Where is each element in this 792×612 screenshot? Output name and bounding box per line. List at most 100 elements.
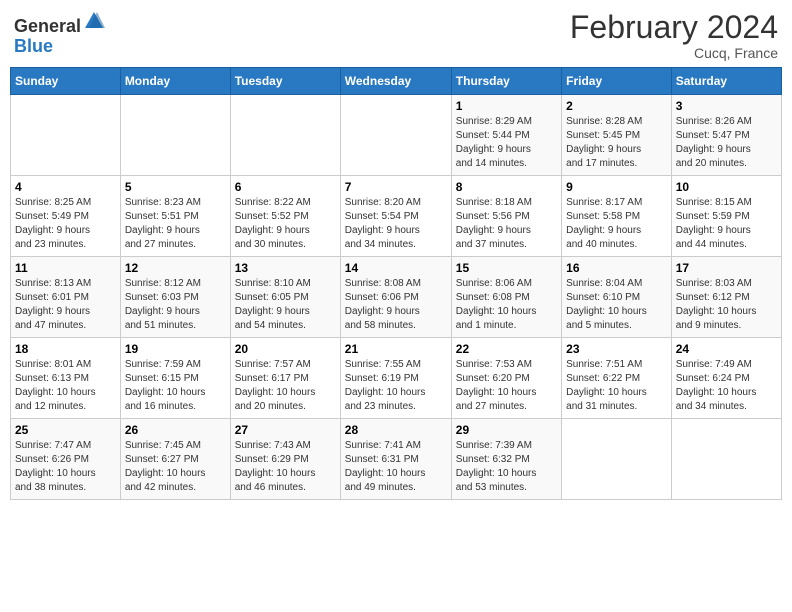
- calendar-day-12: 12 Sunrise: 8:12 AM Sunset: 6:03 PM Dayli…: [120, 257, 230, 338]
- day-number: 5: [125, 180, 226, 194]
- empty-cell: [562, 419, 672, 500]
- calendar-day-23: 23 Sunrise: 7:51 AM Sunset: 6:22 PM Dayli…: [562, 338, 672, 419]
- calendar-week-row: 18 Sunrise: 8:01 AM Sunset: 6:13 PM Dayli…: [11, 338, 782, 419]
- day-info: Sunrise: 7:55 AM Sunset: 6:19 PM Dayligh…: [345, 358, 447, 414]
- calendar-table: SundayMondayTuesdayWednesdayThursdayFrid…: [10, 67, 782, 500]
- calendar-day-2: 2 Sunrise: 8:28 AM Sunset: 5:45 PM Daylig…: [562, 95, 672, 176]
- day-info: Sunrise: 8:26 AM Sunset: 5:47 PM Dayligh…: [676, 115, 777, 171]
- day-number: 25: [15, 423, 116, 437]
- day-number: 20: [235, 342, 336, 356]
- calendar-day-6: 6Sunrise: 8:22 AM Sunset: 5:52 PM Daylig…: [230, 176, 340, 257]
- day-number: 29: [456, 423, 557, 437]
- day-info: Sunrise: 8:29 AM Sunset: 5:44 PM Dayligh…: [456, 115, 557, 171]
- day-number: 7: [345, 180, 447, 194]
- day-number: 14: [345, 261, 447, 275]
- day-number: 28: [345, 423, 447, 437]
- calendar-day-7: 7 Sunrise: 8:20 AM Sunset: 5:54 PM Daylig…: [340, 176, 451, 257]
- empty-cell: [671, 419, 781, 500]
- day-number: 3: [676, 99, 777, 113]
- day-info: Sunrise: 7:43 AM Sunset: 6:29 PM Dayligh…: [235, 439, 336, 495]
- day-number: 9: [566, 180, 667, 194]
- day-info: Sunrise: 7:41 AM Sunset: 6:31 PM Dayligh…: [345, 439, 447, 495]
- header-saturday: Saturday: [671, 68, 781, 95]
- day-info: Sunrise: 8:20 AM Sunset: 5:54 PM Dayligh…: [345, 196, 447, 252]
- logo: General Blue: [14, 10, 105, 57]
- day-info: Sunrise: 8:03 AM Sunset: 6:12 PM Dayligh…: [676, 277, 777, 333]
- page-header: General Blue February 2024 Cucq, France: [10, 10, 782, 61]
- day-number: 8: [456, 180, 557, 194]
- day-info: Sunrise: 7:51 AM Sunset: 6:22 PM Dayligh…: [566, 358, 667, 414]
- logo-icon: [83, 10, 105, 32]
- day-number: 21: [345, 342, 447, 356]
- day-info: Sunrise: 8:28 AM Sunset: 5:45 PM Dayligh…: [566, 115, 667, 171]
- calendar-day-5: 5 Sunrise: 8:23 AM Sunset: 5:51 PM Daylig…: [120, 176, 230, 257]
- calendar-week-row: 25 Sunrise: 7:47 AM Sunset: 6:26 PM Dayli…: [11, 419, 782, 500]
- day-number: 27: [235, 423, 336, 437]
- logo-general-text: General: [14, 16, 81, 36]
- calendar-day-13: 13 Sunrise: 8:10 AM Sunset: 6:05 PM Dayli…: [230, 257, 340, 338]
- day-number: 2: [566, 99, 667, 113]
- calendar-day-28: 28 Sunrise: 7:41 AM Sunset: 6:31 PM Dayli…: [340, 419, 451, 500]
- calendar-day-20: 20 Sunrise: 7:57 AM Sunset: 6:17 PM Dayli…: [230, 338, 340, 419]
- header-sunday: Sunday: [11, 68, 121, 95]
- day-info: Sunrise: 7:45 AM Sunset: 6:27 PM Dayligh…: [125, 439, 226, 495]
- day-info: Sunrise: 8:17 AM Sunset: 5:58 PM Dayligh…: [566, 196, 667, 252]
- calendar-day-22: 22Sunrise: 7:53 AM Sunset: 6:20 PM Dayli…: [451, 338, 561, 419]
- day-number: 4: [15, 180, 116, 194]
- day-info: Sunrise: 8:06 AM Sunset: 6:08 PM Dayligh…: [456, 277, 557, 333]
- day-info: Sunrise: 8:12 AM Sunset: 6:03 PM Dayligh…: [125, 277, 226, 333]
- day-info: Sunrise: 7:59 AM Sunset: 6:15 PM Dayligh…: [125, 358, 226, 414]
- day-number: 1: [456, 99, 557, 113]
- calendar-day-24: 24 Sunrise: 7:49 AM Sunset: 6:24 PM Dayli…: [671, 338, 781, 419]
- calendar-day-27: 27 Sunrise: 7:43 AM Sunset: 6:29 PM Dayli…: [230, 419, 340, 500]
- month-title: February 2024: [570, 10, 778, 45]
- header-monday: Monday: [120, 68, 230, 95]
- day-info: Sunrise: 8:23 AM Sunset: 5:51 PM Dayligh…: [125, 196, 226, 252]
- day-number: 13: [235, 261, 336, 275]
- day-info: Sunrise: 8:01 AM Sunset: 6:13 PM Dayligh…: [15, 358, 116, 414]
- calendar-day-29: 29Sunrise: 7:39 AM Sunset: 6:32 PM Dayli…: [451, 419, 561, 500]
- day-info: Sunrise: 8:25 AM Sunset: 5:49 PM Dayligh…: [15, 196, 116, 252]
- day-info: Sunrise: 8:18 AM Sunset: 5:56 PM Dayligh…: [456, 196, 557, 252]
- header-wednesday: Wednesday: [340, 68, 451, 95]
- calendar-week-row: 4 Sunrise: 8:25 AM Sunset: 5:49 PM Daylig…: [11, 176, 782, 257]
- day-info: Sunrise: 8:13 AM Sunset: 6:01 PM Dayligh…: [15, 277, 116, 333]
- calendar-day-4: 4 Sunrise: 8:25 AM Sunset: 5:49 PM Daylig…: [11, 176, 121, 257]
- day-info: Sunrise: 8:04 AM Sunset: 6:10 PM Dayligh…: [566, 277, 667, 333]
- calendar-week-row: 1 Sunrise: 8:29 AM Sunset: 5:44 PM Daylig…: [11, 95, 782, 176]
- empty-cell: [340, 95, 451, 176]
- calendar-day-15: 15Sunrise: 8:06 AM Sunset: 6:08 PM Dayli…: [451, 257, 561, 338]
- calendar-day-25: 25 Sunrise: 7:47 AM Sunset: 6:26 PM Dayli…: [11, 419, 121, 500]
- day-info: Sunrise: 7:53 AM Sunset: 6:20 PM Dayligh…: [456, 358, 557, 414]
- empty-cell: [11, 95, 121, 176]
- logo-blue-text: Blue: [14, 36, 53, 56]
- calendar-day-14: 14 Sunrise: 8:08 AM Sunset: 6:06 PM Dayli…: [340, 257, 451, 338]
- day-number: 18: [15, 342, 116, 356]
- day-number: 24: [676, 342, 777, 356]
- day-number: 10: [676, 180, 777, 194]
- day-info: Sunrise: 8:10 AM Sunset: 6:05 PM Dayligh…: [235, 277, 336, 333]
- calendar-day-17: 17 Sunrise: 8:03 AM Sunset: 6:12 PM Dayli…: [671, 257, 781, 338]
- calendar-day-26: 26Sunrise: 7:45 AM Sunset: 6:27 PM Dayli…: [120, 419, 230, 500]
- day-number: 23: [566, 342, 667, 356]
- calendar-day-16: 16 Sunrise: 8:04 AM Sunset: 6:10 PM Dayli…: [562, 257, 672, 338]
- empty-cell: [230, 95, 340, 176]
- day-number: 17: [676, 261, 777, 275]
- calendar-day-10: 10Sunrise: 8:15 AM Sunset: 5:59 PM Dayli…: [671, 176, 781, 257]
- title-block: February 2024 Cucq, France: [570, 10, 778, 61]
- calendar-day-9: 9 Sunrise: 8:17 AM Sunset: 5:58 PM Daylig…: [562, 176, 672, 257]
- day-info: Sunrise: 7:57 AM Sunset: 6:17 PM Dayligh…: [235, 358, 336, 414]
- day-info: Sunrise: 8:08 AM Sunset: 6:06 PM Dayligh…: [345, 277, 447, 333]
- day-info: Sunrise: 7:47 AM Sunset: 6:26 PM Dayligh…: [15, 439, 116, 495]
- day-number: 19: [125, 342, 226, 356]
- calendar-day-1: 1 Sunrise: 8:29 AM Sunset: 5:44 PM Daylig…: [451, 95, 561, 176]
- calendar-day-21: 21 Sunrise: 7:55 AM Sunset: 6:19 PM Dayli…: [340, 338, 451, 419]
- header-thursday: Thursday: [451, 68, 561, 95]
- day-info: Sunrise: 7:49 AM Sunset: 6:24 PM Dayligh…: [676, 358, 777, 414]
- calendar-day-8: 8 Sunrise: 8:18 AM Sunset: 5:56 PM Daylig…: [451, 176, 561, 257]
- day-number: 6: [235, 180, 336, 194]
- calendar-day-3: 3 Sunrise: 8:26 AM Sunset: 5:47 PM Daylig…: [671, 95, 781, 176]
- calendar-header-row: SundayMondayTuesdayWednesdayThursdayFrid…: [11, 68, 782, 95]
- day-number: 12: [125, 261, 226, 275]
- day-number: 16: [566, 261, 667, 275]
